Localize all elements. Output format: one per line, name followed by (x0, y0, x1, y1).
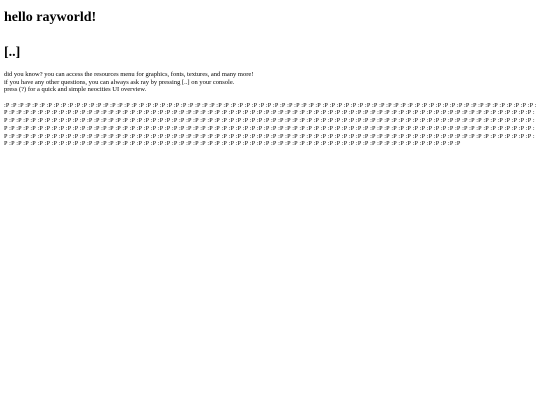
intro-text: did you know? you can access the resourc… (4, 71, 536, 94)
intro-line-overview-suffix: for a quick and simple neocities UI over… (26, 86, 147, 94)
page-body: hello rayworld! [..] did you know? you c… (0, 10, 540, 405)
ask-ray-link[interactable]: [..] (182, 79, 190, 86)
intro-line-overview: press (?) for a quick and simple neociti… (4, 86, 536, 94)
tongue-emoticon-block: :P :P :P :P :P :P :P :P :P :P :P :P :P :… (4, 101, 537, 148)
intro-line-overview-prefix: press (4, 86, 19, 94)
console-link[interactable]: [..] (4, 45, 536, 61)
page-title: hello rayworld! (4, 10, 97, 25)
intro-line-questions-suffix: on your console. (189, 78, 235, 86)
intro-line-resources: did you know? you can access the resourc… (4, 71, 254, 78)
intro-line-questions-prefix: if you have any other questions, you can… (4, 78, 182, 86)
intro-line-questions: if you have any other questions, you can… (4, 79, 536, 87)
